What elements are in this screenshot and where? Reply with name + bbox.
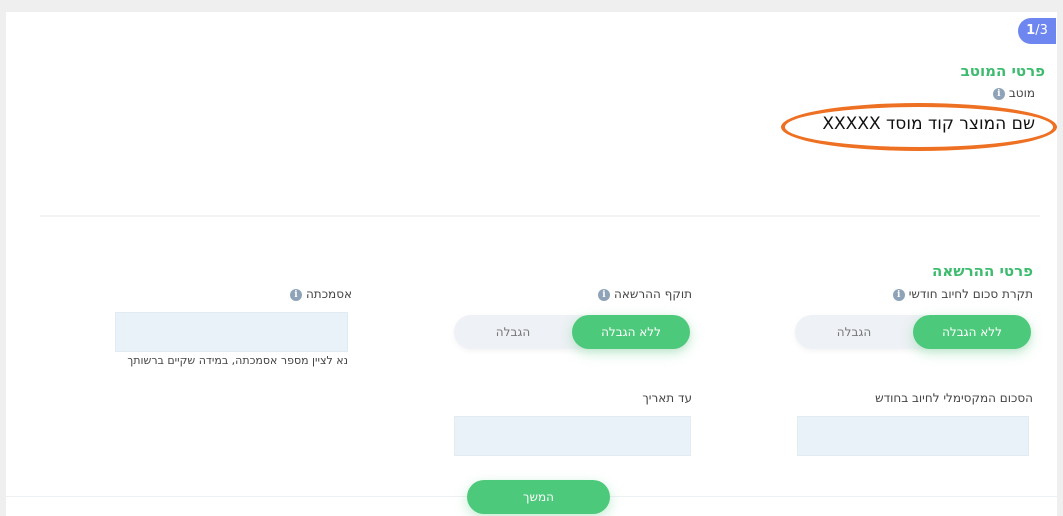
validity-label: תוקף ההרשאהi <box>594 287 692 301</box>
max-amount-input[interactable] <box>797 416 1029 456</box>
reference-hint: נא לציין מספר אסמכתה, במידה שקיים ברשותך <box>127 354 348 367</box>
max-amount-label: הסכום המקסימלי לחיוב בחודש <box>875 391 1033 405</box>
until-date-label: עד תאריך <box>642 391 692 405</box>
continue-button[interactable]: המשך <box>467 480 610 514</box>
info-icon[interactable]: i <box>598 288 611 301</box>
section-divider <box>40 215 1040 217</box>
info-icon[interactable]: i <box>992 87 1005 100</box>
monthly-cap-label: תקרת סכום לחיוב חודשיi <box>889 287 1033 301</box>
validity-toggle[interactable]: ללא הגבלה הגבלה <box>454 315 690 349</box>
step-indicator: 1/3 <box>1018 18 1056 44</box>
info-icon[interactable]: i <box>289 288 302 301</box>
beneficiary-section-title: פרטי המוטב <box>960 62 1045 80</box>
validity-option-limited[interactable]: הגבלה <box>454 315 572 349</box>
reference-label: אסמכתהi <box>286 287 352 301</box>
beneficiary-label: מוטבi <box>989 86 1035 100</box>
highlight-annotation <box>781 103 1057 151</box>
monthly-cap-option-unlimited[interactable]: ללא הגבלה <box>913 315 1031 349</box>
reference-input[interactable] <box>115 312 348 352</box>
authorization-section-title: פרטי ההרשאה <box>932 262 1033 280</box>
monthly-cap-option-limited[interactable]: הגבלה <box>795 315 913 349</box>
validity-option-unlimited[interactable]: ללא הגבלה <box>572 315 690 349</box>
until-date-input[interactable] <box>454 416 691 456</box>
monthly-cap-toggle[interactable]: ללא הגבלה הגבלה <box>795 315 1031 349</box>
info-icon[interactable]: i <box>892 288 905 301</box>
